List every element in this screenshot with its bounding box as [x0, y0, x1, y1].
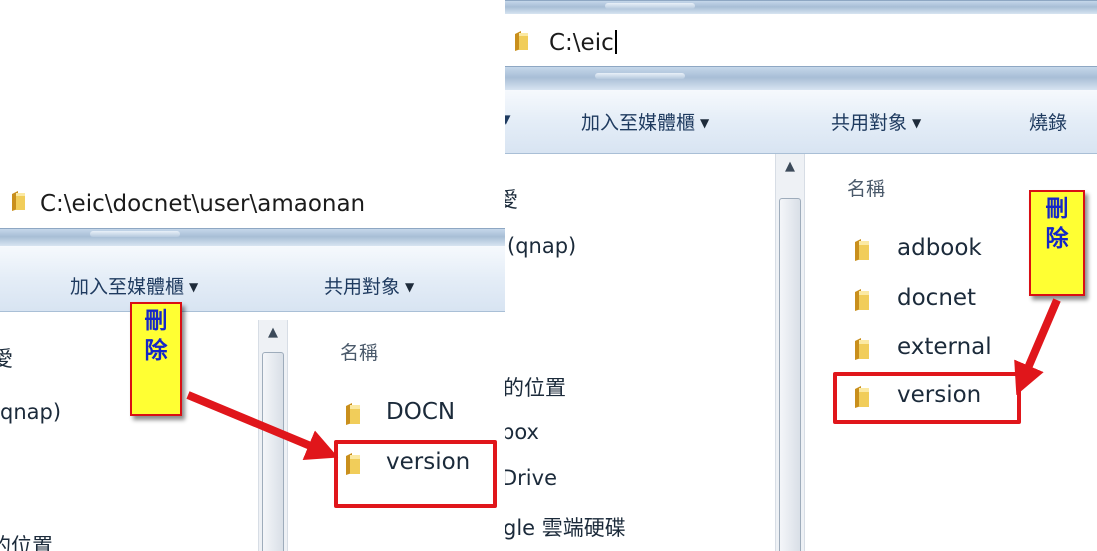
nav-item-recent-places[interactable]: 的位置 [505, 372, 566, 402]
file-name: adbook [897, 235, 982, 261]
folder-icon [853, 238, 871, 266]
dropdown-arrow-icon: ▼ [912, 116, 922, 130]
add-to-library-button[interactable]: 加入至媒體櫃 ▼ [70, 272, 198, 299]
nav-item-qnap[interactable]: (qnap) [507, 234, 576, 258]
nav-item-google-drive[interactable]: gle 雲端硬碟 [505, 512, 626, 542]
address-bar[interactable]: C:\eic [505, 14, 1097, 66]
command-toolbar: ▾ 加入至媒體櫃 ▼ 共用對象 ▼ 燒錄 [505, 90, 1097, 154]
folder-icon [853, 288, 871, 316]
highlight-box-version [833, 372, 1021, 424]
add-to-library-button[interactable]: 加入至媒體櫃 ▼ [581, 108, 709, 135]
scroll-thumb[interactable] [262, 352, 284, 551]
address-path: C:\eic\docnet\user\amaonan [40, 191, 366, 217]
dropdown-arrow-icon: ▼ [189, 280, 199, 294]
toolbar-dropdown-arrow-icon[interactable]: ▾ [505, 108, 511, 130]
folder-icon [853, 337, 871, 365]
nav-item-favorites[interactable]: 愛 [0, 343, 13, 373]
scroll-up-arrow-icon[interactable]: ▲ [776, 154, 804, 180]
file-name: docnet [897, 285, 977, 311]
text-caret [614, 30, 617, 54]
file-name: external [897, 334, 992, 360]
command-toolbar: 加入至媒體櫃 ▼ 共用對象 ▼ [0, 246, 505, 312]
share-with-button[interactable]: 共用對象 ▼ [324, 272, 414, 299]
address-bar-border [505, 66, 1097, 90]
nav-item-favorites[interactable]: 愛 [505, 184, 518, 214]
dropdown-arrow-icon: ▼ [700, 116, 710, 130]
file-row[interactable]: docnet [853, 282, 1013, 320]
window-top-border [505, 0, 1097, 14]
column-header-name[interactable]: 名稱 [847, 174, 885, 201]
right-explorer-window: C:\eic ▾ 加入至媒體櫃 ▼ 共用對象 ▼ 燒錄 愛 (qnap) 的位置 b… [505, 0, 1097, 551]
address-path: C:\eic [549, 30, 617, 56]
dropdown-arrow-icon: ▼ [405, 280, 415, 294]
delete-callout: 刪 除 [130, 302, 182, 416]
address-bar-border [0, 228, 505, 246]
delete-callout: 刪 除 [1029, 190, 1085, 296]
left-explorer-window: C:\eic\docnet\user\amaonan 加入至媒體櫃 ▼ 共用對象 ▼… [0, 160, 505, 551]
nav-item-onedrive[interactable]: Drive [505, 466, 557, 490]
nav-item-dropbox[interactable]: box [505, 420, 539, 444]
file-name: DOCN [386, 399, 456, 425]
folder-icon [10, 190, 28, 216]
file-row[interactable]: DOCN [344, 396, 504, 434]
nav-scrollbar[interactable]: ▲ [775, 154, 805, 551]
scroll-up-arrow-icon[interactable]: ▲ [259, 320, 287, 346]
folder-icon [344, 402, 362, 430]
nav-item-qnap[interactable]: qnap) [0, 400, 61, 424]
folder-icon [513, 30, 531, 56]
file-row[interactable]: adbook [853, 232, 1013, 270]
nav-item-recent-places[interactable]: 的位置 [0, 530, 53, 551]
burn-button[interactable]: 燒錄 [1029, 108, 1067, 135]
nav-scrollbar[interactable]: ▲ [258, 320, 288, 551]
highlight-box-version [334, 440, 497, 508]
scroll-thumb[interactable] [779, 198, 801, 551]
share-with-button[interactable]: 共用對象 ▼ [831, 108, 921, 135]
column-header-name[interactable]: 名稱 [340, 338, 378, 365]
address-bar[interactable]: C:\eic\docnet\user\amaonan [0, 160, 505, 228]
file-row[interactable]: external [853, 331, 1013, 369]
